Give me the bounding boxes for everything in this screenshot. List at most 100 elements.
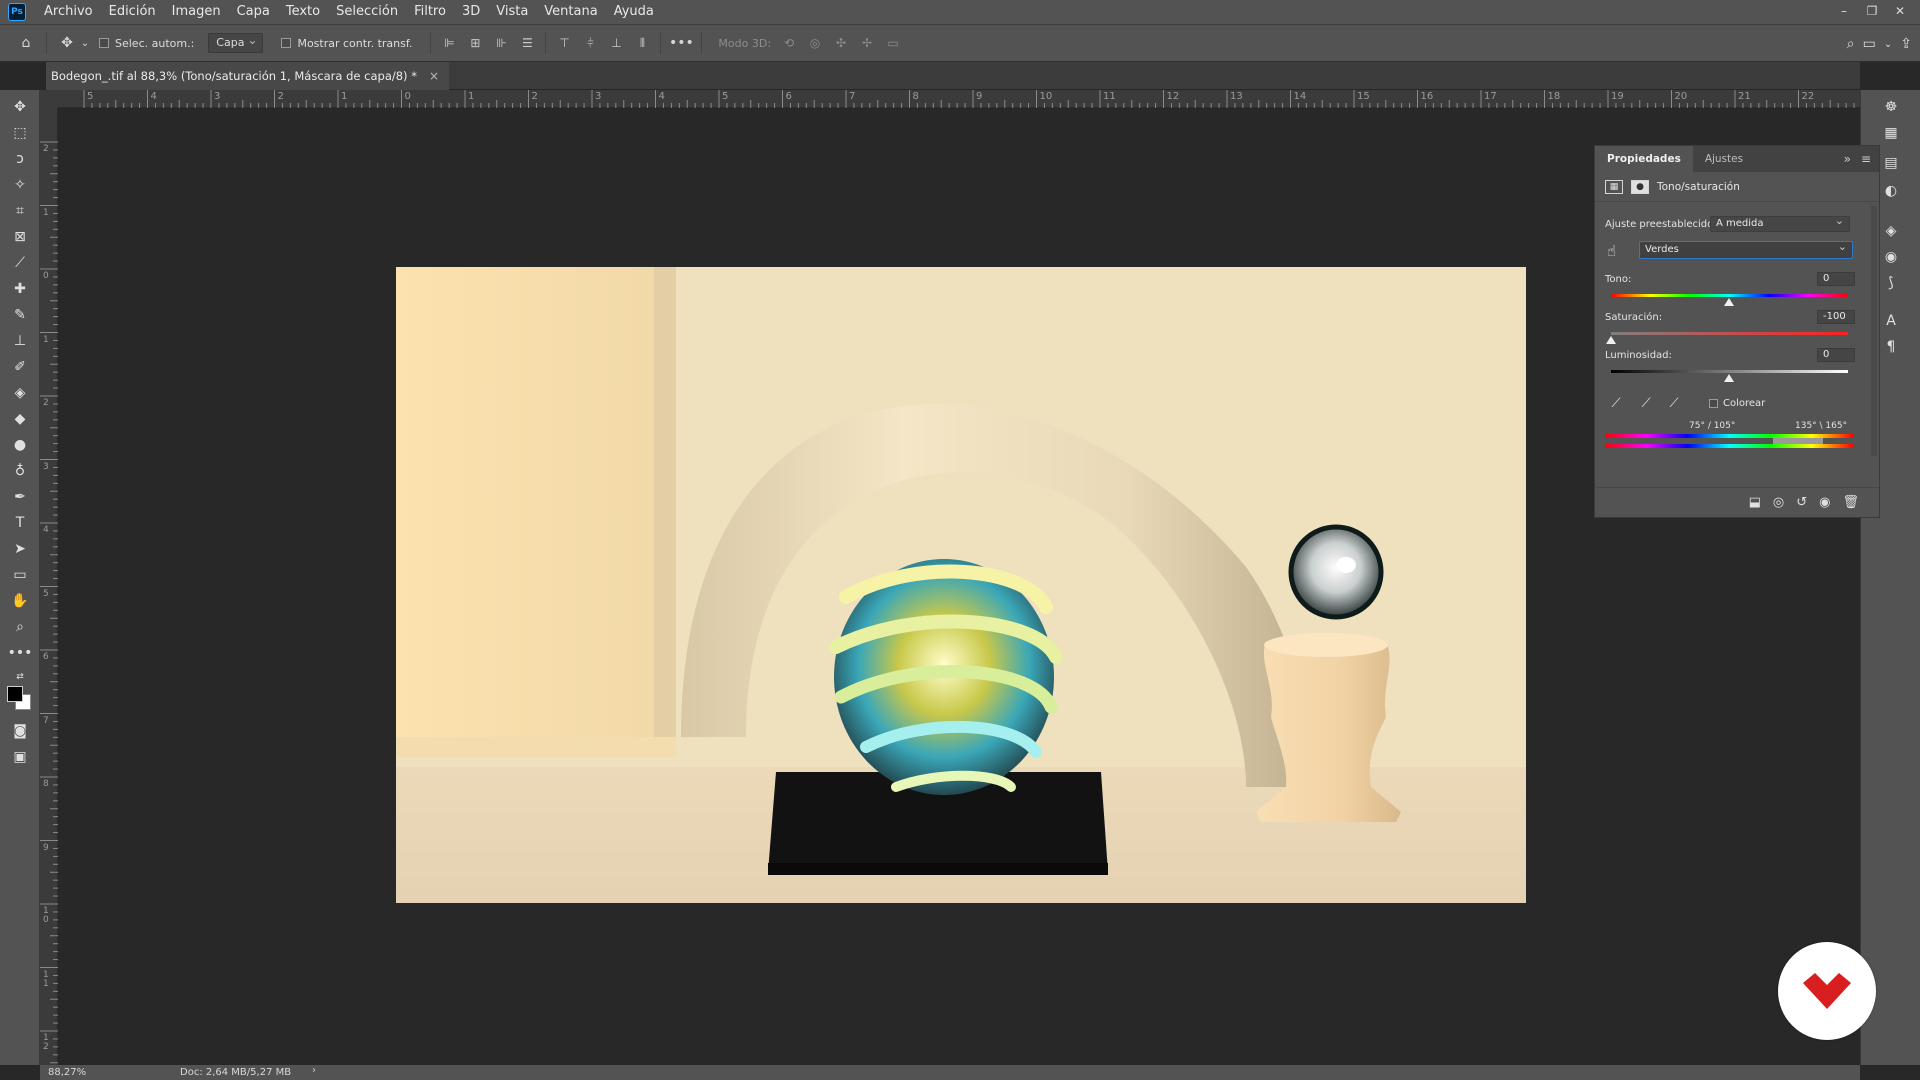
auto-select-checkbox[interactable]: Selec. autom.: [99, 37, 194, 50]
rectangle-tool-icon[interactable]: ▭ [8, 564, 32, 586]
reset-icon[interactable]: ↺ [1796, 495, 1807, 510]
minimize-button[interactable]: – [1830, 0, 1858, 24]
distribute-vertical-icon[interactable]: ⫴ [632, 33, 652, 53]
menu-3d[interactable]: 3D [454, 0, 488, 24]
collapse-icon[interactable]: » [1844, 146, 1851, 172]
3d-slide-icon[interactable]: ✢ [857, 33, 877, 53]
menu-texto[interactable]: Texto [278, 0, 328, 24]
menu-vista[interactable]: Vista [488, 0, 536, 24]
quick-mask-icon[interactable]: ◙ [8, 720, 32, 742]
menu-capa[interactable]: Capa [229, 0, 278, 24]
status-menu-arrow-icon[interactable]: › [312, 1065, 316, 1076]
foreground-color-swatch[interactable] [7, 686, 23, 702]
eyedropper-subtract-icon[interactable]: ⟋ [1665, 394, 1683, 412]
frame-tool-icon[interactable]: ⊠ [8, 226, 32, 248]
close-tab-icon[interactable]: × [429, 69, 439, 83]
3d-roll-icon[interactable]: ◎ [805, 33, 825, 53]
marquee-tool-icon[interactable]: ⬚ [8, 122, 32, 144]
panel-menu-icon[interactable]: ≡ [1861, 146, 1871, 172]
layers-panel-icon[interactable]: ◈ [1879, 220, 1903, 242]
magic-wand-icon[interactable]: ✧ [8, 174, 32, 196]
align-bottom-icon[interactable]: ⊥ [606, 33, 626, 53]
lightness-value-field[interactable]: 0 [1817, 348, 1855, 362]
search-icon[interactable]: ⌕ [1847, 36, 1855, 52]
zoom-level[interactable]: 88,27% [40, 1067, 110, 1078]
panel-scrollbar[interactable] [1871, 206, 1877, 456]
character-panel-icon[interactable]: A [1879, 310, 1903, 332]
saturation-value-field[interactable]: -100 [1817, 310, 1855, 324]
dodge-tool-icon[interactable]: ♁ [8, 460, 32, 482]
workspace-icon[interactable]: ▭ [1863, 36, 1876, 52]
canvas-area[interactable] [58, 108, 1860, 1065]
swap-colors-icon[interactable]: ⇄ [8, 666, 32, 688]
auto-select-target-dropdown[interactable]: Capa [208, 31, 264, 53]
brush-tool-icon[interactable]: ✎ [8, 304, 32, 326]
screen-mode-icon[interactable]: ▣ [8, 746, 32, 768]
zoom-tool-icon[interactable]: ⌕ [8, 616, 32, 638]
3d-camera-icon[interactable]: ▭ [883, 33, 903, 53]
type-tool-icon[interactable]: T [8, 512, 32, 534]
history-brush-icon[interactable]: ✐ [8, 356, 32, 378]
hue-slider[interactable] [1611, 294, 1848, 297]
3d-orbit-icon[interactable]: ⟲ [779, 33, 799, 53]
close-window-button[interactable]: ✕ [1886, 0, 1914, 24]
lightness-slider-thumb[interactable] [1724, 374, 1734, 382]
distribute-icon[interactable]: ☰ [517, 33, 537, 53]
menu-seleccion[interactable]: Selección [328, 0, 406, 24]
color-swatches[interactable] [7, 686, 33, 712]
pen-tool-icon[interactable]: ✒ [8, 486, 32, 508]
healing-brush-icon[interactable]: ✚ [8, 278, 32, 300]
menu-filtro[interactable]: Filtro [406, 0, 454, 24]
move-tool-icon[interactable]: ✥ [55, 31, 79, 55]
targeted-adjustment-hand-icon[interactable]: ☝ [1607, 242, 1616, 260]
tab-propiedades[interactable]: Propiedades [1595, 146, 1693, 172]
adjustments-panel-icon[interactable]: ◐ [1879, 180, 1903, 202]
more-options-icon[interactable]: ••• [669, 31, 694, 55]
checkbox-box[interactable] [281, 38, 292, 48]
paragraph-panel-icon[interactable]: ¶ [1879, 336, 1903, 358]
document-tab[interactable]: Bodegon_.tif al 88,3% (Tono/saturación 1… [46, 62, 450, 90]
preset-dropdown[interactable]: A medida [1710, 214, 1850, 232]
blur-tool-icon[interactable]: ● [8, 434, 32, 456]
menu-edicion[interactable]: Edición [101, 0, 164, 24]
adjustment-layer-icon[interactable]: ▦ [1605, 179, 1623, 194]
more-tools-icon[interactable]: ••• [8, 642, 33, 664]
delete-icon[interactable]: 🗑 [1842, 495, 1859, 510]
eyedropper-icon[interactable]: ⟋ [1607, 394, 1625, 412]
path-selection-icon[interactable]: ➤ [8, 538, 32, 560]
eyedropper-icon[interactable]: ⟋ [8, 252, 32, 274]
align-right-icon[interactable]: ⊪ [491, 33, 511, 53]
move-tool-icon[interactable]: ✥ [8, 96, 32, 118]
chevron-down-icon[interactable]: ⌄ [1884, 39, 1892, 50]
align-middle-icon[interactable]: ⫩ [580, 33, 600, 53]
align-top-icon[interactable]: ⊤ [554, 33, 574, 53]
3d-pan-icon[interactable]: ✣ [831, 33, 851, 53]
saturation-slider-thumb[interactable] [1606, 336, 1616, 344]
clip-to-layer-icon[interactable]: ⬓ [1749, 495, 1761, 510]
share-icon[interactable]: ⇪ [1900, 36, 1912, 52]
document-artwork[interactable] [396, 267, 1526, 903]
hue-slider-thumb[interactable] [1724, 298, 1734, 306]
home-icon[interactable]: ⌂ [14, 31, 38, 55]
colorize-checkbox[interactable]: Colorear [1709, 398, 1765, 409]
hue-value-field[interactable]: 0 [1817, 272, 1855, 286]
view-previous-icon[interactable]: ◎ [1773, 495, 1784, 510]
channel-dropdown[interactable]: Verdes [1639, 239, 1853, 259]
lasso-tool-icon[interactable]: ↄ [8, 148, 32, 170]
eyedropper-add-icon[interactable]: ⟋ [1637, 394, 1655, 412]
properties-panel-icon[interactable]: ▤ [1879, 152, 1903, 174]
align-center-h-icon[interactable]: ⊞ [465, 33, 485, 53]
menu-ventana[interactable]: Ventana [536, 0, 605, 24]
3d-panel-icon[interactable]: ☸ [1879, 96, 1903, 118]
show-transform-checkbox[interactable]: Mostrar contr. transf. [281, 37, 412, 50]
menu-imagen[interactable]: Imagen [164, 0, 229, 24]
visibility-icon[interactable]: ◉ [1819, 495, 1830, 510]
grid-panel-icon[interactable]: ▦ [1879, 122, 1903, 144]
menu-ayuda[interactable]: Ayuda [606, 0, 662, 24]
channels-panel-icon[interactable]: ◉ [1879, 246, 1903, 268]
saturation-slider[interactable] [1611, 332, 1848, 335]
hand-tool-icon[interactable]: ✋ [8, 590, 32, 612]
chevron-down-icon[interactable]: ⌄ [79, 31, 91, 55]
eraser-icon[interactable]: ◈ [8, 382, 32, 404]
crop-tool-icon[interactable]: ⌗ [8, 200, 32, 222]
